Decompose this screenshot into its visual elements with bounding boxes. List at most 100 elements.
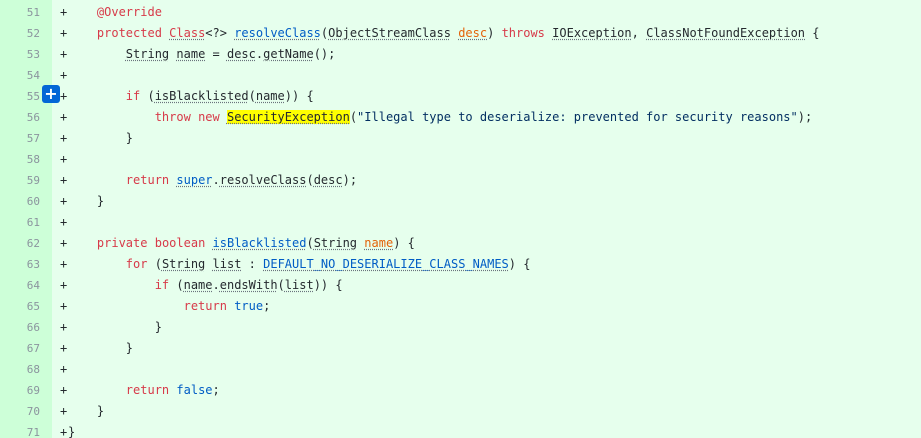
code-text: for (String list : DEFAULT_NO_DESERIALIZ… bbox=[68, 254, 531, 275]
diff-line[interactable]: 53 + String name = desc.getName(); bbox=[0, 44, 921, 65]
diff-line[interactable]: 64 + if (name.endsWith(list)) { bbox=[0, 275, 921, 296]
code-token: )) { bbox=[313, 278, 343, 292]
code-token: ); bbox=[797, 110, 813, 124]
code-token: desc bbox=[313, 173, 343, 187]
code-token: private bbox=[96, 236, 148, 250]
code-token: DEFAULT_NO_DESERIALIZE_CLASS_NAMES bbox=[263, 257, 509, 271]
diff-line[interactable]: 52 + protected Class<?> resolveClass(Obje… bbox=[0, 23, 921, 44]
diff-line[interactable]: 54 + bbox=[0, 65, 921, 86]
code-token: } bbox=[68, 194, 105, 208]
code-token: isBlacklisted bbox=[154, 89, 249, 103]
code-text: } bbox=[68, 422, 75, 438]
code-token: : bbox=[241, 257, 264, 271]
code-text: throw new SecurityException("Illegal typ… bbox=[68, 107, 812, 128]
diff-add-marker: + bbox=[60, 68, 68, 82]
code-text: } bbox=[68, 401, 104, 422]
code-token: new bbox=[198, 110, 220, 124]
line-number[interactable]: 57 bbox=[0, 128, 40, 149]
code-token: ( bbox=[277, 278, 285, 292]
line-number[interactable]: 59 bbox=[0, 170, 40, 191]
diff-line[interactable]: 58 + bbox=[0, 149, 921, 170]
code-token: . bbox=[212, 278, 220, 292]
line-number[interactable]: 52 bbox=[0, 23, 40, 44]
code-token: false bbox=[176, 383, 213, 397]
add-comment-plus-icon[interactable]: + bbox=[42, 85, 60, 103]
line-number[interactable]: 64 bbox=[0, 275, 40, 296]
line-number[interactable]: 63 bbox=[0, 254, 40, 275]
code-token: , bbox=[631, 26, 647, 40]
code-token: name bbox=[364, 236, 394, 250]
code-token: )) { bbox=[284, 89, 314, 103]
code-token: ( bbox=[306, 173, 314, 187]
line-number[interactable]: 53 bbox=[0, 44, 40, 65]
code-token: desc bbox=[226, 47, 256, 61]
line-number[interactable]: 61 bbox=[0, 212, 40, 233]
code-text: } bbox=[68, 191, 104, 212]
diff-line[interactable]: 66 + } bbox=[0, 317, 921, 338]
code-token: ) bbox=[487, 26, 502, 40]
diff-line[interactable]: 70 + } bbox=[0, 401, 921, 422]
diff-line[interactable]: 60 + } bbox=[0, 191, 921, 212]
code-token: super bbox=[176, 173, 213, 187]
code-token: ( bbox=[147, 257, 162, 271]
code-text: } bbox=[68, 338, 133, 359]
line-number[interactable]: 65 bbox=[0, 296, 40, 317]
code-token: ( bbox=[306, 236, 314, 250]
code-token: ( bbox=[169, 278, 184, 292]
diff-line[interactable]: 67 + } bbox=[0, 338, 921, 359]
line-number[interactable]: 66 bbox=[0, 317, 40, 338]
code-token: ClassNotFoundException bbox=[646, 26, 806, 40]
code-token: list bbox=[284, 278, 314, 292]
code-token: true bbox=[234, 299, 264, 313]
code-token: String bbox=[161, 257, 206, 271]
line-number[interactable]: 54 bbox=[0, 65, 40, 86]
line-number[interactable]: 51 bbox=[0, 2, 40, 23]
diff-line[interactable]: 69 + return false; bbox=[0, 380, 921, 401]
code-token: if bbox=[125, 89, 141, 103]
code-token: list bbox=[212, 257, 242, 271]
code-token: isBlacklisted bbox=[212, 236, 307, 250]
code-text: } bbox=[68, 317, 162, 338]
code-token: @Override bbox=[96, 5, 162, 19]
line-number[interactable]: 70 bbox=[0, 401, 40, 422]
code-token: name bbox=[176, 47, 206, 61]
diff-line[interactable]: 65 + return true; bbox=[0, 296, 921, 317]
code-token: throw bbox=[154, 110, 191, 124]
line-number[interactable]: 55 bbox=[0, 86, 40, 107]
line-number[interactable]: 71 bbox=[0, 422, 40, 438]
diff-line[interactable]: 61 + bbox=[0, 212, 921, 233]
code-token: ); bbox=[342, 173, 358, 187]
diff-line[interactable]: 68 + bbox=[0, 359, 921, 380]
line-number[interactable]: 67 bbox=[0, 338, 40, 359]
line-number[interactable]: 56 bbox=[0, 107, 40, 128]
code-text: protected Class<?> resolveClass(ObjectSt… bbox=[68, 23, 820, 44]
code-token: return bbox=[125, 383, 170, 397]
line-number[interactable]: 60 bbox=[0, 191, 40, 212]
diff-line[interactable]: 63 + for (String list : DEFAULT_NO_DESERI… bbox=[0, 254, 921, 275]
code-text: private boolean isBlacklisted(String nam… bbox=[68, 233, 415, 254]
line-number[interactable]: 62 bbox=[0, 233, 40, 254]
diff-line[interactable]: 71 +} bbox=[0, 422, 921, 438]
diff-line[interactable]: 51 + @Override bbox=[0, 2, 921, 23]
line-number[interactable]: 68 bbox=[0, 359, 40, 380]
code-token: "Illegal type to deserialize: prevented … bbox=[357, 110, 798, 124]
diff-add-marker: + bbox=[60, 215, 68, 229]
line-number[interactable]: 58 bbox=[0, 149, 40, 170]
code-text: @Override bbox=[68, 2, 162, 23]
diff-line[interactable]: 56 + throw new SecurityException("Illegal… bbox=[0, 107, 921, 128]
diff-line[interactable]: 59 + return super.resolveClass(desc); bbox=[0, 170, 921, 191]
diff-line[interactable]: 57 + } bbox=[0, 128, 921, 149]
code-token: endsWith bbox=[219, 278, 278, 292]
code-token: Class bbox=[169, 26, 206, 40]
line-number[interactable]: 69 bbox=[0, 380, 40, 401]
diff-line[interactable]: 62 + private boolean isBlacklisted(String… bbox=[0, 233, 921, 254]
diff-line[interactable]: 55 + if (isBlacklisted(name)) { bbox=[0, 86, 921, 107]
code-token: } bbox=[68, 320, 162, 334]
